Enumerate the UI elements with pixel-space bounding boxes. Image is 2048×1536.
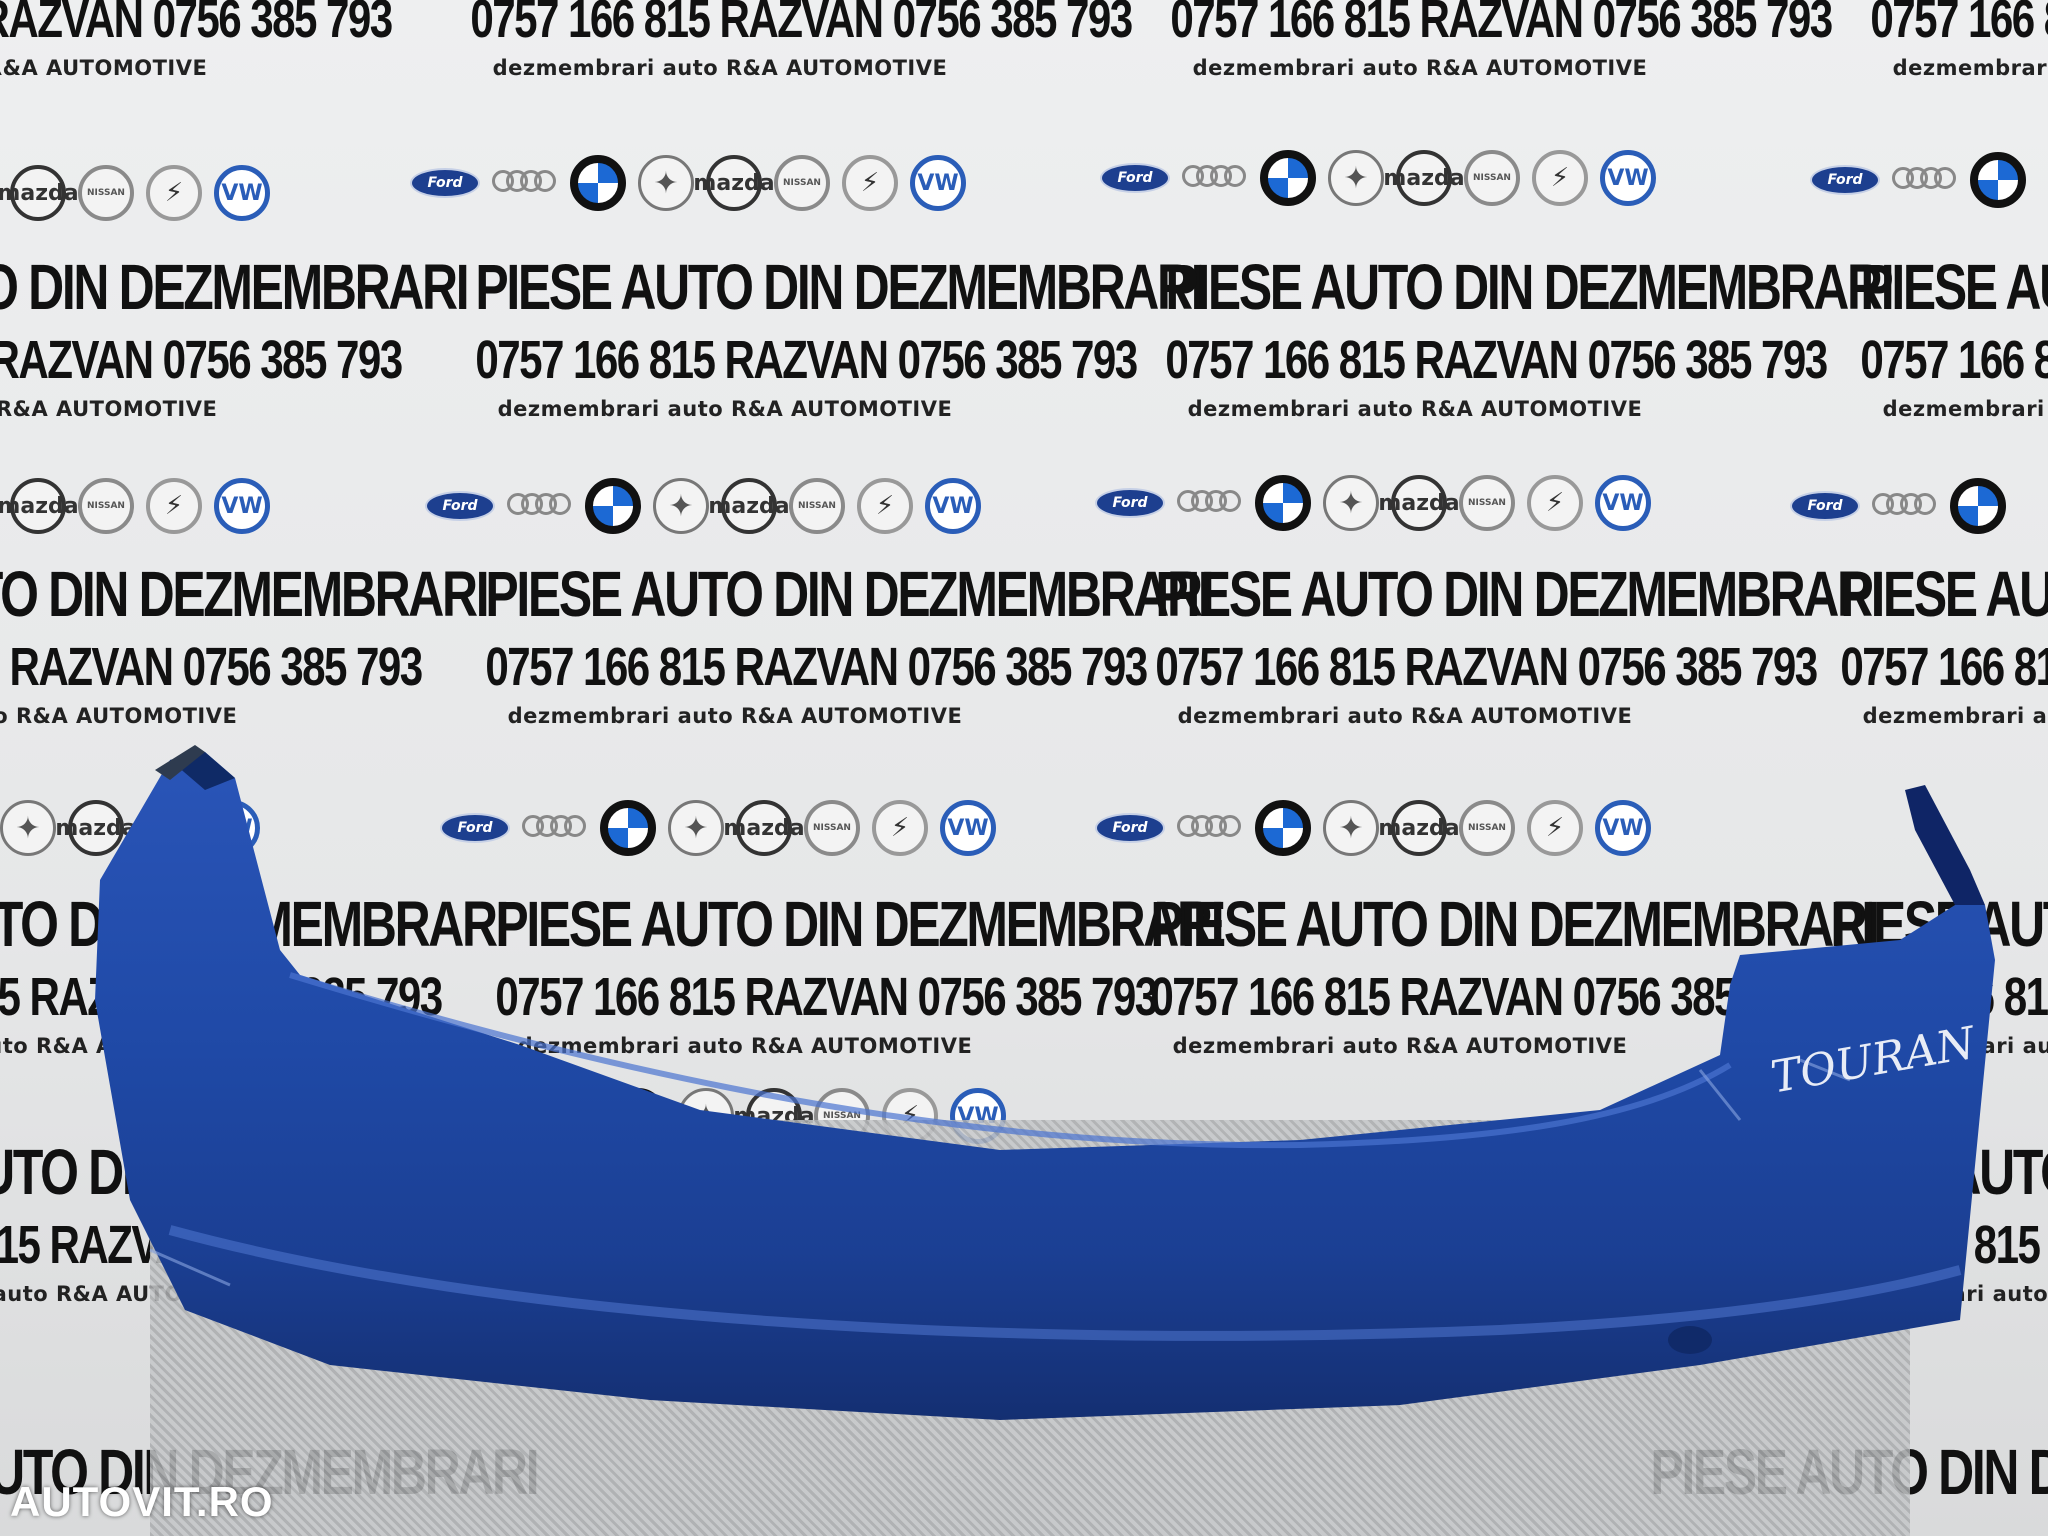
bumper-right-return — [1905, 785, 1985, 905]
parking-sensor-hole — [1668, 1326, 1712, 1354]
photo-scene: 0757 166 815 RAZVAN 0756 385 793dezmembr… — [0, 0, 2048, 1536]
bumper-body — [95, 752, 1995, 1420]
rear-bumper — [95, 745, 1995, 1420]
autovit-watermark: AUTOVIT.RO — [10, 1478, 274, 1525]
